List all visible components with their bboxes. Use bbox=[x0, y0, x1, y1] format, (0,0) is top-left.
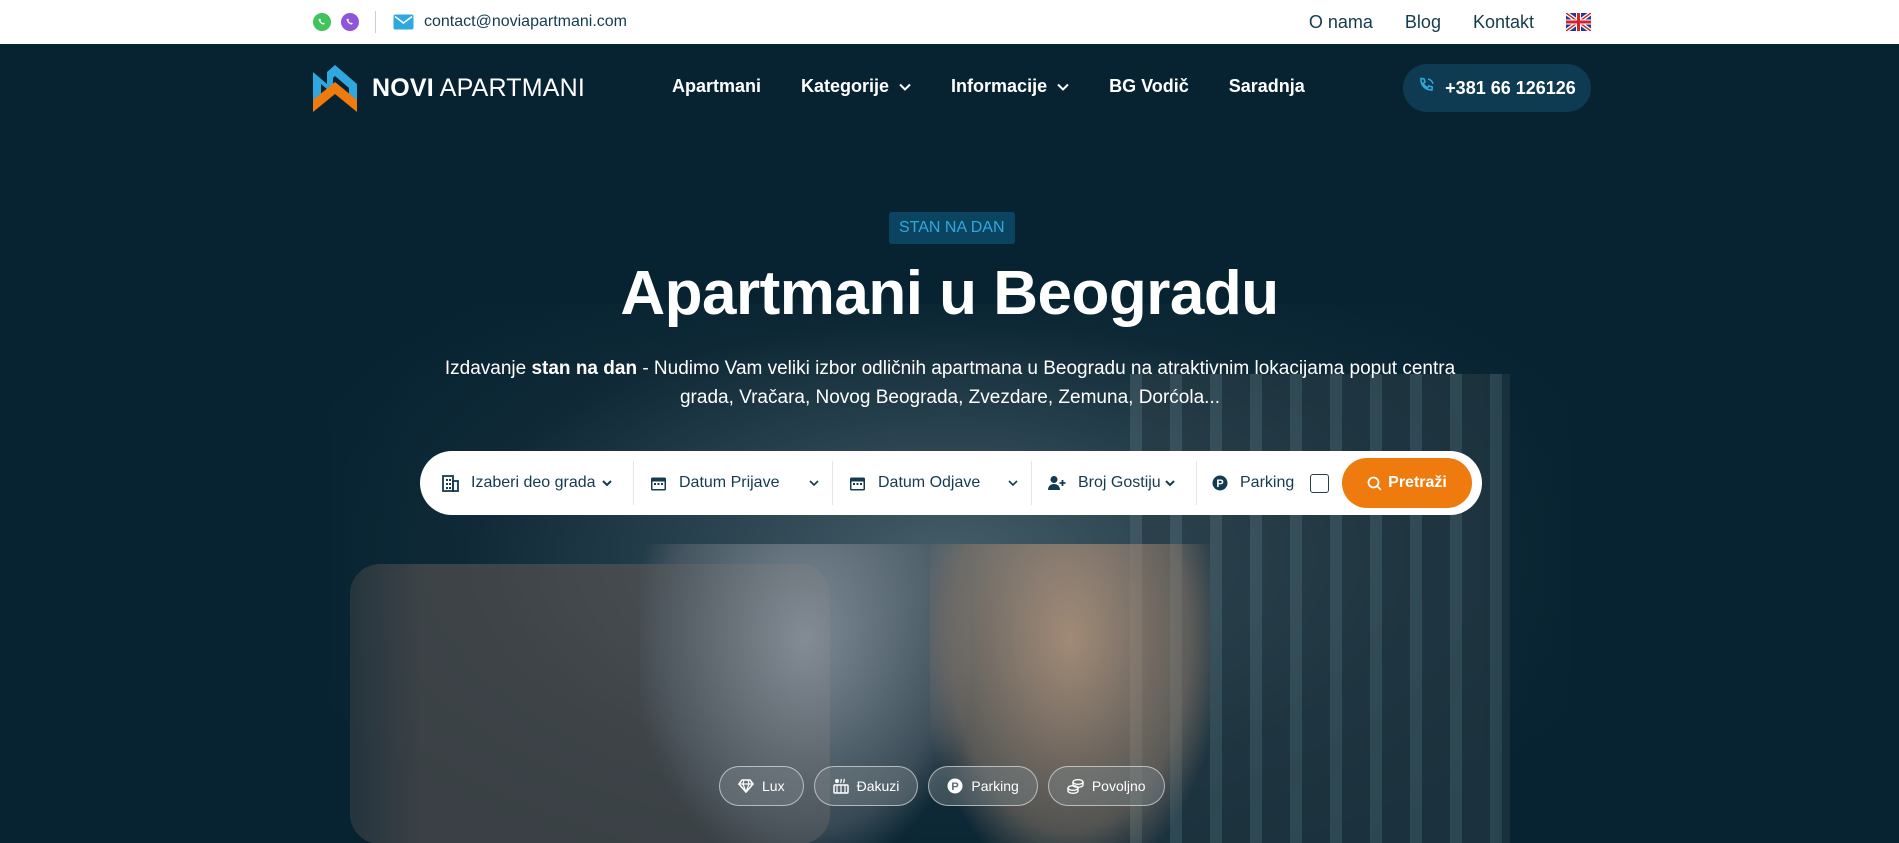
whatsapp-icon[interactable] bbox=[311, 11, 333, 33]
chevron-down-icon bbox=[1164, 479, 1175, 486]
guests-select[interactable]: Broj Gostiju bbox=[1032, 451, 1197, 515]
chip-label: Povoljno bbox=[1091, 778, 1146, 794]
hero-background bbox=[0, 44, 1899, 843]
search-button-label: Pretraži bbox=[1388, 474, 1447, 491]
nav-link-kontakt[interactable]: Kontakt bbox=[1473, 12, 1534, 33]
parking-icon: P bbox=[1212, 475, 1228, 491]
chip-parking[interactable]: P Parking bbox=[928, 766, 1038, 806]
svg-text:P: P bbox=[952, 781, 959, 793]
menu-item-label: Informacije bbox=[951, 76, 1048, 96]
topbar-divider bbox=[375, 11, 376, 33]
calendar-icon bbox=[650, 475, 667, 492]
top-bar: contact@noviapartmani.com O nama Blog Ko… bbox=[0, 0, 1899, 44]
category-chips: Lux Đakuzi P Parking Povoljno bbox=[719, 766, 1165, 806]
hero-badge: STAN NA DAN bbox=[889, 212, 1015, 244]
hero-subtitle: Izdavanje stan na dan - Nudimo Vam velik… bbox=[430, 354, 1470, 412]
menu-item-label: BG Vodič bbox=[1109, 76, 1189, 96]
nav-link-blog[interactable]: Blog bbox=[1405, 12, 1441, 33]
svg-text:P: P bbox=[1216, 478, 1223, 490]
menu-item-bg-vodic[interactable]: BG Vodič bbox=[1109, 76, 1189, 97]
menu-item-informacije[interactable]: Informacije bbox=[951, 76, 1069, 97]
mail-icon bbox=[392, 11, 414, 33]
logo-icon bbox=[313, 65, 357, 112]
chip-label: Parking bbox=[971, 778, 1019, 794]
phone-number: +381 66 126126 bbox=[1445, 77, 1576, 98]
menu-item-saradnja[interactable]: Saradnja bbox=[1229, 76, 1305, 97]
menu-item-kategorije[interactable]: Kategorije bbox=[801, 76, 911, 97]
phone-icon bbox=[1418, 77, 1435, 99]
hot-tub-icon bbox=[832, 778, 849, 794]
chip-dakuzi[interactable]: Đakuzi bbox=[813, 766, 919, 806]
chip-label: Đakuzi bbox=[856, 778, 900, 794]
uk-flag-icon[interactable] bbox=[1566, 13, 1591, 31]
viber-icon[interactable] bbox=[339, 11, 361, 33]
subtitle-text: Izdavanje bbox=[444, 358, 532, 379]
phone-button[interactable]: +381 66 126126 bbox=[1403, 64, 1591, 112]
checkout-date-field[interactable]: Datum Odjave bbox=[833, 451, 1032, 515]
logo-text-rest: APARTMANI bbox=[433, 73, 586, 102]
search-icon bbox=[1367, 476, 1382, 491]
page-title: Apartmani u Beogradu bbox=[620, 259, 1279, 328]
chevron-down-icon bbox=[809, 479, 819, 486]
chip-lux[interactable]: Lux bbox=[719, 766, 804, 806]
district-select-label: Izaberi deo grada bbox=[471, 474, 596, 491]
nav-link-o-nama[interactable]: O nama bbox=[1309, 12, 1373, 33]
district-select[interactable]: Izaberi deo grada bbox=[420, 451, 634, 515]
parking-checkbox[interactable] bbox=[1310, 473, 1330, 493]
guests-select-label: Broj Gostiju bbox=[1078, 474, 1161, 491]
building-icon bbox=[442, 474, 459, 492]
site-logo[interactable]: NOVI APARTMANI bbox=[311, 64, 585, 112]
subtitle-bold: stan na dan bbox=[531, 358, 638, 379]
chip-povoljno[interactable]: Povoljno bbox=[1047, 766, 1165, 806]
search-bar: Izaberi deo grada Datum Prijave Datum Od… bbox=[420, 451, 1482, 515]
chevron-down-icon bbox=[1057, 83, 1069, 91]
menu-item-apartmani[interactable]: Apartmani bbox=[672, 76, 761, 97]
checkin-date-label: Datum Prijave bbox=[679, 474, 780, 491]
chevron-down-icon bbox=[899, 83, 911, 91]
checkout-date-label: Datum Odjave bbox=[878, 474, 981, 491]
calendar-icon bbox=[849, 475, 866, 492]
parking-icon: P bbox=[947, 778, 963, 794]
menu-item-label: Kategorije bbox=[801, 76, 890, 96]
chevron-down-icon bbox=[601, 479, 612, 486]
menu-item-label: Apartmani bbox=[672, 76, 762, 96]
diamond-icon bbox=[738, 779, 754, 793]
coins-icon bbox=[1067, 778, 1084, 794]
subtitle-text: - Nudimo Vam veliki izbor odličnih apart… bbox=[637, 358, 1456, 408]
chip-label: Lux bbox=[762, 778, 785, 794]
add-user-icon bbox=[1048, 475, 1066, 491]
chevron-down-icon bbox=[1008, 479, 1018, 486]
contact-email-link[interactable]: contact@noviapartmani.com bbox=[424, 13, 627, 31]
checkin-date-field[interactable]: Datum Prijave bbox=[634, 451, 833, 515]
logo-text-bold: NOVI bbox=[372, 73, 434, 102]
parking-filter[interactable]: P Parking bbox=[1197, 451, 1330, 515]
main-menu: Apartmani Kategorije Informacije BG Vodi… bbox=[672, 76, 1305, 97]
search-button[interactable]: Pretraži bbox=[1342, 458, 1472, 508]
parking-label: Parking bbox=[1240, 474, 1295, 491]
menu-item-label: Saradnja bbox=[1228, 76, 1305, 96]
